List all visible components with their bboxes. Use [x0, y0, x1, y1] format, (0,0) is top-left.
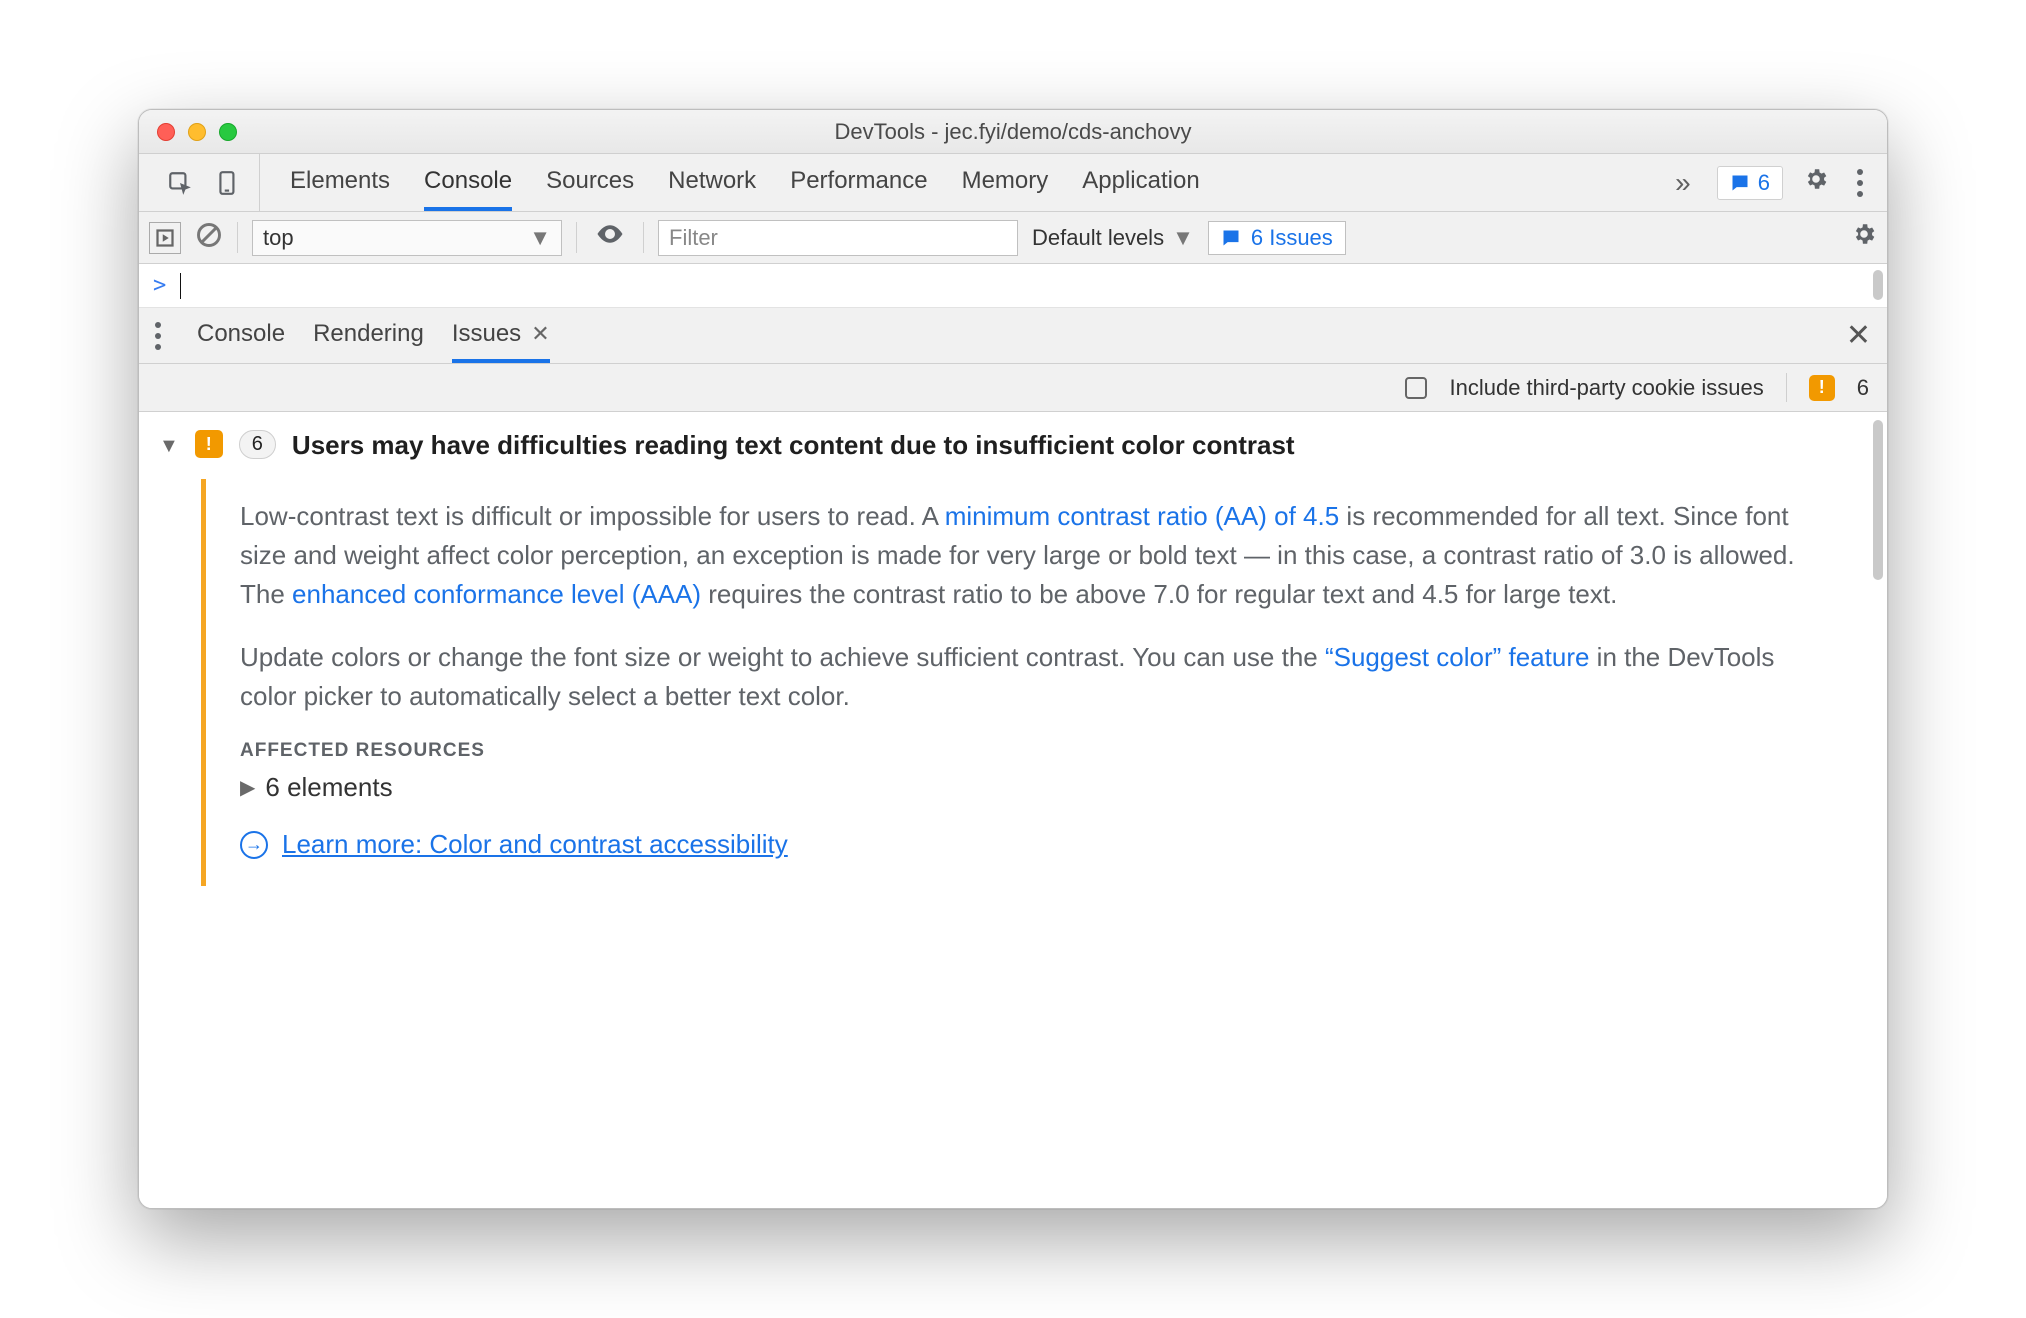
- third-party-cookies-label: Include third-party cookie issues: [1449, 375, 1763, 401]
- contrast-aa-link[interactable]: minimum contrast ratio (AA) of 4.5: [945, 501, 1339, 531]
- issue-icon: [1730, 173, 1750, 193]
- learn-more-row: → Learn more: Color and contrast accessi…: [240, 829, 1835, 860]
- warning-badge-icon: !: [195, 430, 223, 458]
- window-title: DevTools - jec.fyi/demo/cds-anchovy: [139, 119, 1887, 145]
- issues-count-label: 6 Issues: [1251, 225, 1333, 251]
- clear-console-button[interactable]: [195, 221, 223, 254]
- tab-console[interactable]: Console: [424, 154, 512, 211]
- context-selector[interactable]: top ▼: [252, 220, 562, 256]
- warning-badge-icon: !: [1809, 375, 1835, 401]
- settings-button[interactable]: [1803, 166, 1829, 199]
- tab-label: Sources: [546, 167, 634, 195]
- console-prompt[interactable]: >: [139, 264, 1887, 308]
- tab-elements[interactable]: Elements: [290, 154, 390, 211]
- drawer-more-button[interactable]: [149, 322, 169, 350]
- scrollbar-thumb[interactable]: [1873, 270, 1883, 300]
- text-caret: [180, 273, 181, 299]
- issue-paragraph: Low-contrast text is difficult or imposs…: [240, 497, 1835, 614]
- context-value: top: [263, 225, 294, 251]
- play-in-box-icon: [156, 229, 174, 247]
- eye-icon: [595, 219, 625, 249]
- more-options-button[interactable]: [1849, 169, 1871, 197]
- issue-detail: Low-contrast text is difficult or imposs…: [201, 479, 1863, 886]
- tab-network[interactable]: Network: [668, 154, 756, 211]
- inspect-element-icon[interactable]: [163, 166, 197, 200]
- drawer-tab-label: Console: [197, 320, 285, 348]
- tab-sources[interactable]: Sources: [546, 154, 634, 211]
- scrollbar-thumb[interactable]: [1873, 420, 1883, 580]
- suggest-color-link[interactable]: “Suggest color” feature: [1325, 642, 1589, 672]
- tab-label: Console: [424, 167, 512, 195]
- devtools-window: DevTools - jec.fyi/demo/cds-anchovy Elem…: [138, 109, 1888, 1209]
- log-levels-selector[interactable]: Default levels ▼: [1032, 225, 1194, 251]
- issues-chip[interactable]: 6: [1717, 166, 1783, 200]
- drawer-tabbar: Console Rendering Issues ✕ ✕: [139, 308, 1887, 364]
- affected-elements-label: 6 elements: [265, 772, 392, 803]
- gear-icon: [1851, 221, 1877, 247]
- tab-memory[interactable]: Memory: [962, 154, 1049, 211]
- main-tabbar: Elements Console Sources Network Perform…: [139, 154, 1887, 212]
- affected-elements-expander[interactable]: ▶ 6 elements: [240, 772, 1835, 803]
- drawer-tab-console[interactable]: Console: [197, 308, 285, 363]
- external-link-icon: →: [240, 831, 268, 859]
- issues-options-bar: Include third-party cookie issues ! 6: [139, 364, 1887, 412]
- open-issues-button[interactable]: 6 Issues: [1208, 221, 1346, 255]
- chevron-down-icon: ▼: [1172, 225, 1194, 251]
- tab-label: Elements: [290, 167, 390, 195]
- issues-total-count: 6: [1857, 375, 1869, 401]
- learn-more-link[interactable]: Learn more: Color and contrast accessibi…: [282, 829, 788, 860]
- chevron-down-icon: ▼: [529, 225, 551, 251]
- console-settings-button[interactable]: [1851, 221, 1877, 254]
- issues-panel: ▼ ! 6 Users may have difficulties readin…: [139, 412, 1887, 1208]
- live-expression-button[interactable]: [591, 219, 629, 256]
- drawer-tab-label: Rendering: [313, 320, 424, 348]
- expand-toggle-icon[interactable]: ▼: [159, 430, 179, 458]
- tab-label: Performance: [790, 167, 927, 195]
- issue-header-row[interactable]: ▼ ! 6 Users may have difficulties readin…: [139, 412, 1887, 461]
- toggle-sidebar-button[interactable]: [149, 222, 181, 254]
- tab-label: Application: [1082, 167, 1199, 195]
- tab-application[interactable]: Application: [1082, 154, 1199, 211]
- issue-icon: [1221, 228, 1241, 248]
- tab-performance[interactable]: Performance: [790, 154, 927, 211]
- tab-label: Network: [668, 167, 756, 195]
- console-toolbar: top ▼ Default levels ▼ 6 Issues: [139, 212, 1887, 264]
- prompt-glyph: >: [153, 273, 166, 298]
- tab-label: Memory: [962, 167, 1049, 195]
- drawer-tab-rendering[interactable]: Rendering: [313, 308, 424, 363]
- drawer-tab-label: Issues: [452, 320, 521, 348]
- issue-count-pill: 6: [239, 430, 276, 459]
- contrast-aaa-link[interactable]: enhanced conformance level (AAA): [292, 579, 701, 609]
- third-party-cookies-checkbox[interactable]: [1405, 377, 1427, 399]
- affected-resources-heading: AFFECTED RESOURCES: [240, 740, 1835, 762]
- chevron-double-right-icon: »: [1675, 167, 1691, 198]
- device-toolbar-icon[interactable]: [211, 166, 245, 200]
- divider: [1786, 373, 1787, 401]
- issue-paragraph: Update colors or change the font size or…: [240, 638, 1835, 716]
- log-levels-label: Default levels: [1032, 225, 1164, 251]
- close-tab-icon[interactable]: ✕: [531, 321, 549, 347]
- titlebar: DevTools - jec.fyi/demo/cds-anchovy: [139, 110, 1887, 154]
- divider: [643, 222, 644, 253]
- divider: [237, 222, 238, 253]
- more-tabs-button[interactable]: »: [1669, 167, 1697, 199]
- close-drawer-button[interactable]: ✕: [1846, 318, 1877, 353]
- divider: [576, 222, 577, 253]
- issue-title: Users may have difficulties reading text…: [292, 430, 1295, 461]
- drawer-tab-issues[interactable]: Issues ✕: [452, 308, 550, 363]
- ban-icon: [195, 221, 223, 249]
- issues-chip-count: 6: [1758, 170, 1770, 196]
- filter-input[interactable]: [658, 220, 1018, 256]
- chevron-right-icon: ▶: [240, 775, 255, 800]
- gear-icon: [1803, 166, 1829, 192]
